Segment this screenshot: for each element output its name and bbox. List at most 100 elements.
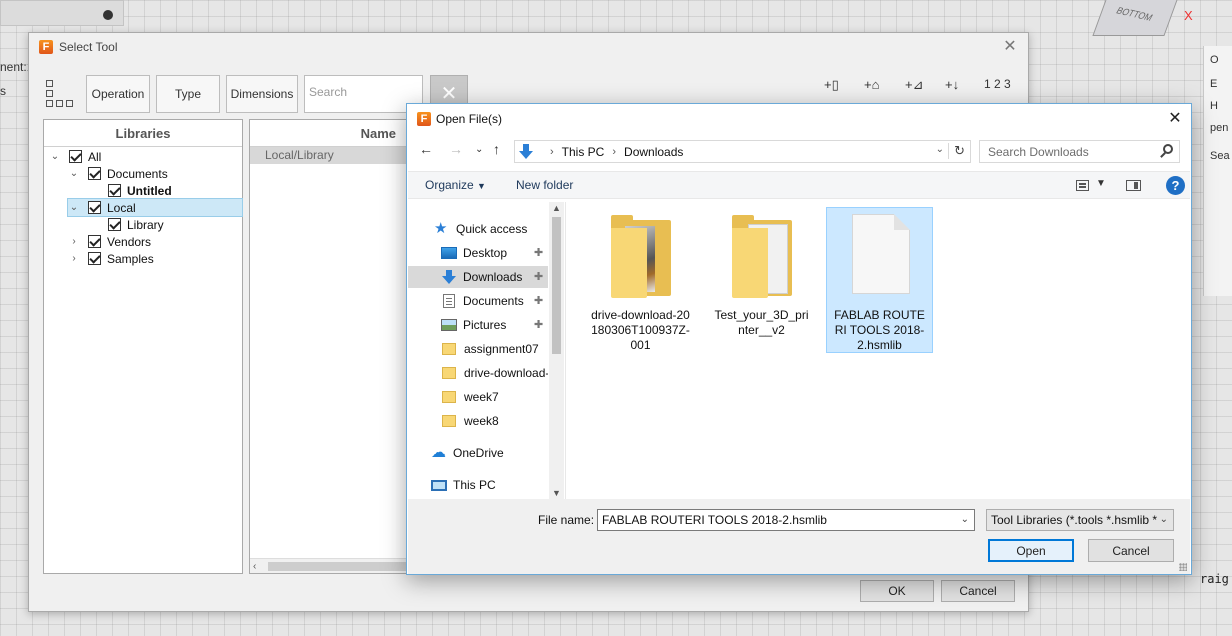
nav-item-pictures[interactable]: Pictures ✚ (408, 314, 548, 336)
chevron-down-icon[interactable]: ▼ (1096, 178, 1106, 189)
right-panel: O E H pen Sea (1203, 46, 1232, 296)
right-panel-item[interactable]: Sea (1210, 150, 1230, 162)
pin-icon[interactable]: ✚ (534, 294, 543, 307)
open-button[interactable]: Open (988, 539, 1074, 562)
file-name: Test_your_3D_printer__v2 (714, 308, 809, 337)
nav-item-week7[interactable]: week7 (408, 386, 548, 408)
right-panel-item[interactable]: E (1210, 78, 1217, 90)
nav-item-quick-access[interactable]: ★ Quick access (434, 218, 549, 240)
file-item-folder[interactable]: drive-download-20180306T100937Z-001 (588, 208, 693, 352)
nav-item-downloads[interactable]: Downloads ✚ (408, 266, 548, 288)
checkbox[interactable] (88, 167, 101, 180)
chevron-down-icon[interactable]: ⌄ (68, 202, 80, 214)
right-panel-item[interactable]: O (1210, 54, 1219, 66)
fusion-logo-icon: F (417, 112, 431, 126)
file-name-input[interactable]: FABLAB ROUTERI TOOLS 2018-2.hsmlib ⌄ (597, 509, 975, 531)
checkbox[interactable] (88, 235, 101, 248)
scroll-thumb[interactable] (552, 217, 561, 354)
nav-item-documents[interactable]: Documents ✚ (408, 290, 548, 312)
preview-pane-icon[interactable] (1126, 180, 1141, 191)
forward-arrow-icon[interactable]: → (449, 141, 463, 157)
viewcube[interactable]: BOTTOM (1092, 0, 1180, 36)
chevron-right-icon[interactable]: › (68, 253, 80, 265)
nav-item-drive-download[interactable]: drive-download- (408, 362, 548, 384)
pin-icon[interactable]: ✚ (534, 318, 543, 331)
nav-item-this-pc[interactable]: This PC (408, 474, 548, 496)
breadcrumb-separator[interactable]: › (612, 146, 616, 158)
operation-filter-button[interactable]: Operation (86, 75, 150, 113)
type-filter-button[interactable]: Type (156, 75, 220, 113)
chevron-down-icon[interactable]: ⌄ (1157, 514, 1168, 525)
search-downloads-input[interactable]: Search Downloads (979, 140, 1180, 163)
chevron-down-icon[interactable]: ⌄ (49, 151, 61, 163)
grid-view-icon[interactable] (46, 80, 74, 108)
pin-icon[interactable]: ✚ (534, 270, 543, 283)
nav-item-assignment07[interactable]: assignment07 (408, 338, 548, 360)
file-item-hsmlib[interactable]: FABLAB ROUTERI TOOLS 2018-2.hsmlib (826, 207, 933, 353)
back-arrow-icon[interactable]: ← (419, 141, 433, 157)
up-arrow-icon[interactable]: ↑ (493, 141, 500, 157)
right-panel-item[interactable]: H (1210, 100, 1218, 112)
nav-item-week8[interactable]: week8 (408, 410, 548, 432)
close-icon[interactable]: ✕ (1000, 37, 1020, 57)
scroll-thumb[interactable] (268, 562, 408, 571)
command-bar: Organize ▼ New folder ▼ ? (408, 171, 1190, 199)
file-name-label: File name: (538, 513, 595, 527)
cancel-button[interactable]: Cancel (941, 580, 1015, 602)
group-row[interactable]: Local/Library (250, 147, 408, 164)
checkbox[interactable] (88, 201, 101, 214)
ok-button[interactable]: OK (860, 580, 934, 602)
name-column-header[interactable]: Name (250, 120, 408, 147)
chevron-up-icon[interactable]: ▲ (552, 203, 561, 213)
tree-item-documents[interactable]: ⌄ Documents (68, 165, 168, 182)
new-folder-button[interactable]: New folder (516, 178, 573, 192)
chevron-down-icon[interactable]: ⌄ (936, 144, 944, 155)
tree-item-untitled[interactable]: Untitled (108, 182, 172, 199)
breadcrumb-downloads[interactable]: Downloads (624, 145, 683, 159)
address-bar[interactable]: › This PC › Downloads ⌄ ↻ (514, 140, 971, 163)
pin-icon[interactable]: ✚ (534, 246, 543, 259)
axis-x-label: X (1184, 8, 1193, 23)
breadcrumb-separator[interactable]: › (550, 146, 554, 158)
file-type-select[interactable]: Tool Libraries (*.tools *.hsmlib * ⌄ (986, 509, 1174, 531)
change-view-icon[interactable] (1076, 180, 1089, 191)
help-icon[interactable]: ? (1166, 176, 1185, 195)
right-panel-item[interactable]: pen (1210, 122, 1228, 134)
chevron-down-icon[interactable]: ▼ (552, 488, 561, 498)
vertical-scrollbar[interactable]: ▲ ▼ (549, 202, 564, 499)
nav-item-desktop[interactable]: Desktop ✚ (408, 242, 548, 264)
chevron-down-icon[interactable]: ⌄ (68, 168, 80, 180)
checkbox[interactable] (108, 218, 121, 231)
horizontal-scrollbar[interactable]: ‹ (250, 558, 408, 573)
search-icon[interactable] (1163, 144, 1173, 154)
probe-filter-icon[interactable]: +↓ (945, 77, 959, 92)
cancel-button[interactable]: Cancel (1088, 539, 1174, 562)
refresh-icon[interactable]: ↻ (948, 143, 965, 159)
dimensions-filter-button[interactable]: Dimensions (226, 75, 298, 113)
chevron-down-icon[interactable]: ⌄ (961, 514, 969, 525)
recent-locations-chevron-icon[interactable]: ⌄ (475, 144, 483, 155)
folder-icon (442, 367, 456, 379)
close-icon[interactable]: ✕ (1164, 108, 1186, 130)
numbering-icon[interactable]: 1 2 3 (984, 77, 1011, 91)
checkbox[interactable] (108, 184, 121, 197)
chevron-right-icon[interactable]: › (68, 236, 80, 248)
tree-item-samples[interactable]: › Samples (68, 250, 153, 267)
checkbox[interactable] (69, 150, 82, 163)
file-item-folder[interactable]: Test_your_3D_printer__v2 (709, 208, 814, 352)
computer-icon (431, 479, 447, 491)
folder-icon (442, 391, 456, 403)
tree-item-vendors[interactable]: › Vendors (68, 233, 151, 250)
checkbox[interactable] (88, 252, 101, 265)
tree-item-all[interactable]: ⌄ All (49, 148, 102, 165)
tree-item-local[interactable]: ⌄ Local (67, 198, 243, 217)
tree-item-library[interactable]: Library (108, 216, 164, 233)
organize-button[interactable]: Organize ▼ (425, 178, 486, 192)
resize-grip-icon[interactable] (1179, 563, 1187, 571)
chevron-left-icon[interactable]: ‹ (253, 559, 256, 574)
nav-item-onedrive[interactable]: ☁ OneDrive (408, 442, 548, 464)
drill-filter-icon[interactable]: +⌂ (864, 77, 879, 92)
chamfer-filter-icon[interactable]: +⊿ (905, 77, 923, 93)
endmill-filter-icon[interactable]: +▯ (824, 77, 839, 93)
breadcrumb-this-pc[interactable]: This PC (562, 145, 605, 159)
